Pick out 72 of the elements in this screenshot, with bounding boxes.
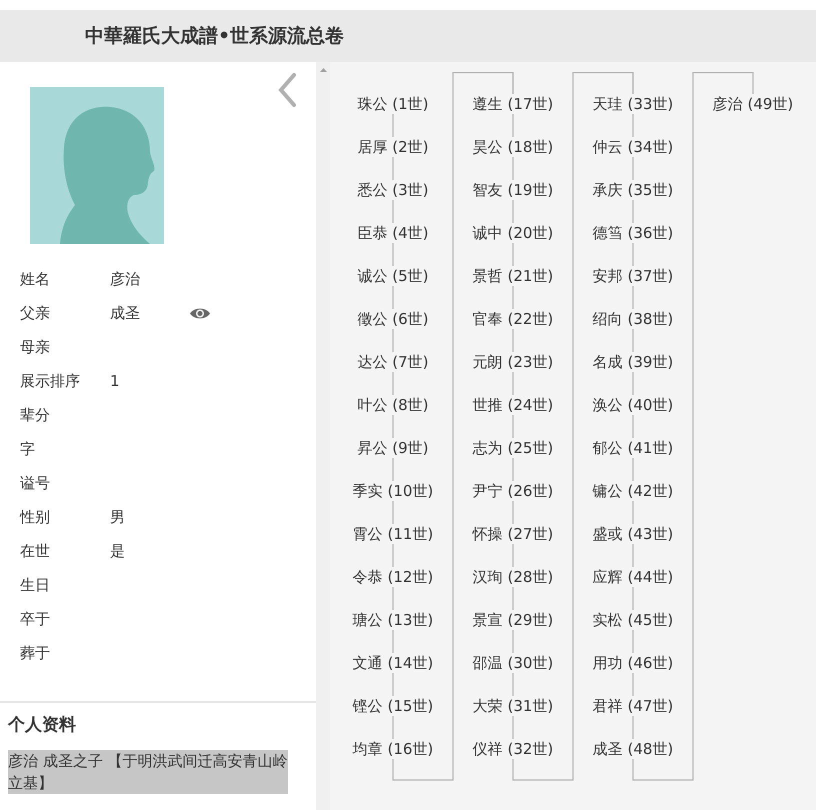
lineage-node[interactable]: 邵温 (30世)	[472, 652, 554, 672]
lineage-node[interactable]: 景宣 (29世)	[472, 610, 554, 630]
field-label: 字	[20, 438, 36, 460]
lineage-node[interactable]: 涣公 (40世)	[592, 394, 674, 414]
lineage-node[interactable]: 承庆 (35世)	[592, 180, 674, 200]
lineage-node[interactable]: 君祥 (47世)	[592, 696, 674, 716]
lineage-node[interactable]: 瑭公 (13世)	[352, 610, 434, 630]
field-value: 男	[110, 506, 126, 528]
lineage-node[interactable]: 镛公 (42世)	[592, 480, 674, 500]
field-label: 性别	[20, 506, 51, 528]
field-label: 姓名	[20, 268, 51, 290]
lineage-node[interactable]: 成圣 (48世)	[592, 738, 674, 758]
page-title: 中華羅氏大成譜•世系源流总卷	[85, 24, 344, 49]
lineage-node[interactable]: 昊公 (18世)	[472, 136, 554, 156]
lineage-node[interactable]: 尹宁 (26世)	[472, 480, 554, 500]
lineage-node[interactable]: 实松 (45世)	[592, 610, 674, 630]
lineage-node[interactable]: 季实 (10世)	[352, 480, 434, 500]
lineage-node[interactable]: 景哲 (21世)	[472, 266, 554, 286]
section-heading: 个人资料	[8, 714, 77, 736]
lineage-node[interactable]: 徵公 (6世)	[357, 308, 428, 328]
lineage-node[interactable]: 安邦 (37世)	[592, 266, 674, 286]
field-value: 是	[110, 540, 126, 562]
field-label: 葬于	[20, 642, 51, 664]
field-value: 成圣	[110, 302, 141, 324]
lineage-node[interactable]: 诚中 (20世)	[472, 222, 554, 242]
field-label: 展示排序	[20, 370, 81, 392]
lineage-node[interactable]: 智友 (19世)	[472, 180, 554, 200]
field-label: 卒于	[20, 608, 51, 630]
lineage-node[interactable]: 臣恭 (4世)	[357, 222, 428, 242]
lineage-node[interactable]: 居厚 (2世)	[357, 136, 428, 156]
lineage-node[interactable]: 大荣 (31世)	[472, 696, 554, 716]
lineage-node[interactable]: 令恭 (12世)	[352, 566, 434, 586]
lineage-node[interactable]: 仪祥 (32世)	[472, 738, 554, 758]
field-label: 在世	[20, 540, 51, 562]
lineage-node[interactable]: 德筜 (36世)	[592, 222, 674, 242]
scroll-up-icon[interactable]	[320, 68, 326, 72]
lineage-node[interactable]: 仲云 (34世)	[592, 136, 674, 156]
lineage-node[interactable]: 官奉 (22世)	[472, 308, 554, 328]
back-chevron-icon[interactable]	[277, 72, 297, 108]
lineage-node[interactable]: 汉珣 (28世)	[472, 566, 554, 586]
lineage-node[interactable]: 怀操 (27世)	[472, 524, 554, 544]
lineage-node[interactable]: 志为 (25世)	[472, 438, 554, 458]
lineage-node[interactable]: 珠公 (1世)	[357, 94, 428, 114]
lineage-node[interactable]: 昇公 (9世)	[357, 438, 428, 458]
lineage-node[interactable]: 应辉 (44世)	[592, 566, 674, 586]
lineage-node[interactable]: 叶公 (8世)	[357, 394, 428, 414]
lineage-node[interactable]: 郁公 (41世)	[592, 438, 674, 458]
field-label: 谥号	[20, 472, 51, 494]
field-label: 辈分	[20, 404, 51, 426]
lineage-node[interactable]: 文通 (14世)	[352, 652, 434, 672]
lineage-node[interactable]: 绍向 (38世)	[592, 308, 674, 328]
lineage-node[interactable]: 盛或 (43世)	[592, 524, 674, 544]
lineage-node[interactable]: 彦治 (49世)	[712, 94, 794, 114]
lineage-node[interactable]: 天珪 (33世)	[592, 94, 674, 114]
field-label: 生日	[20, 574, 51, 596]
lineage-node[interactable]: 元朗 (23世)	[472, 352, 554, 372]
profile-note: 彦治 成圣之子 【于明洪武间迁高安青山岭立基】	[8, 750, 288, 794]
field-label: 父亲	[20, 302, 51, 324]
lineage-node[interactable]: 达公 (7世)	[357, 352, 428, 372]
lineage-node[interactable]: 铿公 (15世)	[352, 696, 434, 716]
field-label: 母亲	[20, 336, 51, 358]
lineage-node[interactable]: 用功 (46世)	[592, 652, 674, 672]
lineage-node[interactable]: 遵生 (17世)	[472, 94, 554, 114]
field-value: 1	[110, 370, 121, 392]
lineage-node[interactable]: 名成 (39世)	[592, 352, 674, 372]
lineage-node[interactable]: 诚公 (5世)	[357, 266, 428, 286]
field-value: 彦治	[110, 268, 141, 290]
lineage-node[interactable]: 霄公 (11世)	[352, 524, 434, 544]
eye-icon[interactable]	[190, 306, 210, 320]
lineage-node[interactable]: 悉公 (3世)	[357, 180, 428, 200]
lineage-node[interactable]: 世推 (24世)	[472, 394, 554, 414]
lineage-node[interactable]: 均章 (16世)	[352, 738, 434, 758]
